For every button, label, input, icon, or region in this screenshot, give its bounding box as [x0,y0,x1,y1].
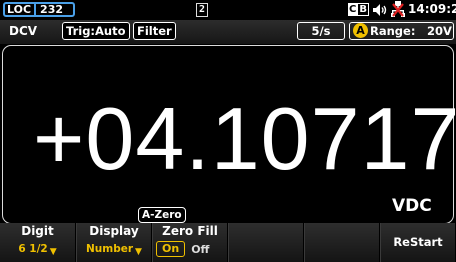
filter-chip: Filter [133,22,176,40]
softkey-display[interactable]: Display Number ▼ [76,223,152,262]
softkey-empty-5[interactable] [304,223,380,262]
softkey-zero-fill-title: Zero Fill [162,224,218,238]
softkey-display-title: Display [89,224,139,238]
trigger-mode-chip: Trig:Auto [62,22,130,40]
softkey-zero-fill[interactable]: Zero Fill On Off [152,223,228,262]
remote-status-badge: LOC 232 [3,2,76,17]
measurement-panel: +04.10717 A-Zero VDC [2,45,456,224]
display-value: Number [86,243,134,255]
digit-value: 6 1/2 [18,243,48,255]
chevron-down-icon: ▼ [49,247,57,257]
network-disconnected-icon [391,1,405,17]
auto-range-icon: A [353,23,368,38]
softkey-display-value: Number ▼ [77,243,151,257]
range-label: Range: [370,24,416,38]
chevron-down-icon: ▼ [135,247,142,257]
status-bar: LOC 232 2 C B 14:09:20 [0,0,456,20]
unit-label: VDC [392,196,432,216]
trigger-indicator-icon: 2 [196,3,208,17]
speaker-icon [373,4,387,16]
auto-zero-badge: A-Zero [138,207,186,223]
remote-mode-label: LOC [7,3,32,16]
function-label: DCV [9,24,38,38]
softkey-bar: Digit 6 1/2 ▼ Display Number ▼ Zero Fill O… [0,223,456,262]
zero-fill-on-option[interactable]: On [156,241,186,257]
zero-fill-off-option[interactable]: Off [191,243,209,256]
comm-badge-c: C [348,3,358,16]
clock: 14:09:20 [408,2,456,16]
restart-label: ReStart [393,235,443,249]
softkey-empty-4[interactable] [228,223,304,262]
sample-rate-chip: 5/s [297,22,345,40]
range-value: 20V [427,24,452,38]
softkey-digit-title: Digit [21,224,54,238]
comm-badge: C B [348,3,369,16]
softkey-restart[interactable]: ReStart [380,223,456,262]
softkey-digit[interactable]: Digit 6 1/2 ▼ [0,223,76,262]
zero-fill-toggle[interactable]: On Off [156,241,209,257]
mode-bar: DCV Trig:Auto Filter 5/s A Range: 20V [0,20,456,44]
primary-reading: +04.10717 [33,89,456,188]
softkey-digit-value: 6 1/2 ▼ [0,243,75,257]
gpib-address: 232 [34,3,63,16]
comm-badge-b: B [357,3,369,16]
